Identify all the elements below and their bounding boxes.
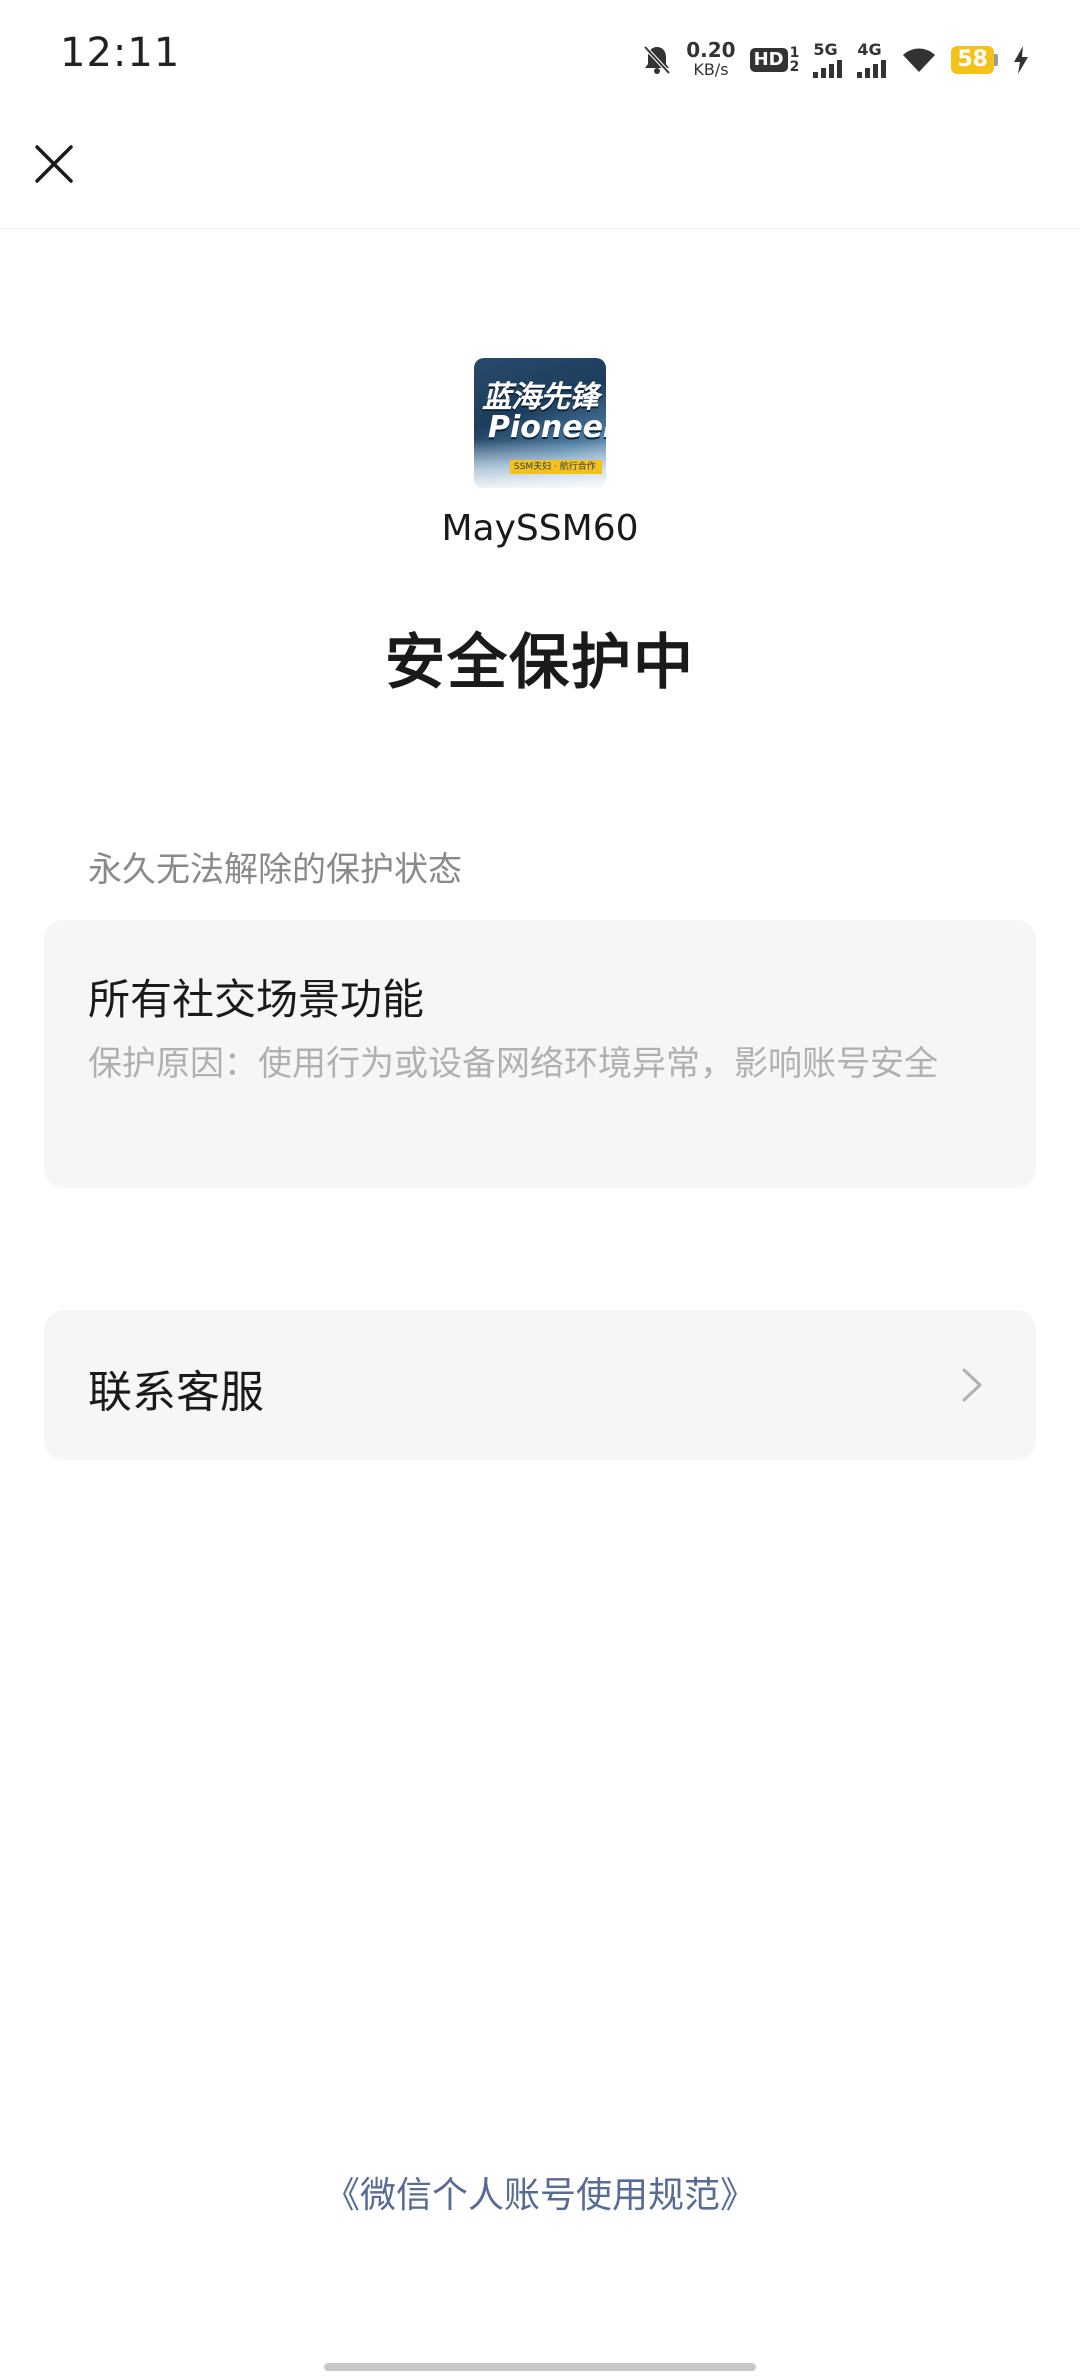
hd-voice-badge: HD 1 2 (749, 46, 800, 74)
signal-bars-icon (857, 60, 887, 78)
hd-label: HD (749, 48, 788, 72)
charging-bolt-icon (1012, 45, 1030, 75)
restriction-title: 所有社交场景功能 (88, 975, 425, 1024)
network-speed-unit: KB/s (693, 60, 729, 79)
close-icon (35, 145, 73, 183)
network-speed: 0.20 KB/s (686, 40, 735, 80)
battery-tip (994, 54, 998, 66)
wifi-icon (901, 46, 937, 74)
network-speed-value: 0.20 (686, 38, 736, 62)
status-time: 12:11 (60, 30, 181, 76)
bell-muted-icon (642, 44, 672, 76)
contact-support-label: 联系客服 (88, 1367, 264, 1418)
hd-sub-bottom: 2 (789, 59, 800, 75)
chevron-right-icon (952, 1365, 992, 1405)
avatar: 蓝海先锋 Pioneer SSM夫妇 · 航行合作 (474, 358, 606, 488)
avatar-text-line2: Pioneer (488, 410, 606, 445)
network-4g-label: 4G (857, 40, 882, 59)
status-icons: 0.20 KB/s HD 1 2 5G 4G 58 (642, 34, 1030, 86)
hd-sub: 1 2 (790, 46, 800, 74)
section-label: 永久无法解除的保护状态 (88, 850, 462, 890)
hd-sub-top: 1 (789, 45, 800, 61)
close-button[interactable] (28, 138, 80, 190)
account-policy-link[interactable]: 《微信个人账号使用规范》 (0, 2166, 1080, 2218)
home-indicator[interactable] (324, 2363, 756, 2371)
avatar-strip: SSM夫妇 · 航行合作 (510, 460, 602, 474)
status-bar: 12:11 0.20 KB/s HD 1 2 5G 4G 58 (0, 0, 1080, 116)
page-title: 安全保护中 (385, 628, 695, 698)
top-nav (0, 116, 1080, 229)
network-4g: 4G (857, 42, 887, 78)
account-name: MaySSM60 (441, 508, 639, 549)
restriction-reason: 保护原因：使用行为或设备网络环境异常，影响账号安全 (88, 1044, 938, 1084)
contact-support-button[interactable]: 联系客服 (44, 1310, 1036, 1460)
screen: 12:11 0.20 KB/s HD 1 2 5G 4G 58 蓝海先锋 Pio… (0, 0, 1080, 2376)
signal-bars-icon (813, 60, 843, 78)
restriction-card: 所有社交场景功能 保护原因：使用行为或设备网络环境异常，影响账号安全 (44, 920, 1036, 1188)
network-5g: 5G (813, 42, 843, 78)
network-5g-label: 5G (813, 40, 838, 59)
battery: 58 (951, 46, 998, 74)
battery-level: 58 (951, 46, 994, 74)
